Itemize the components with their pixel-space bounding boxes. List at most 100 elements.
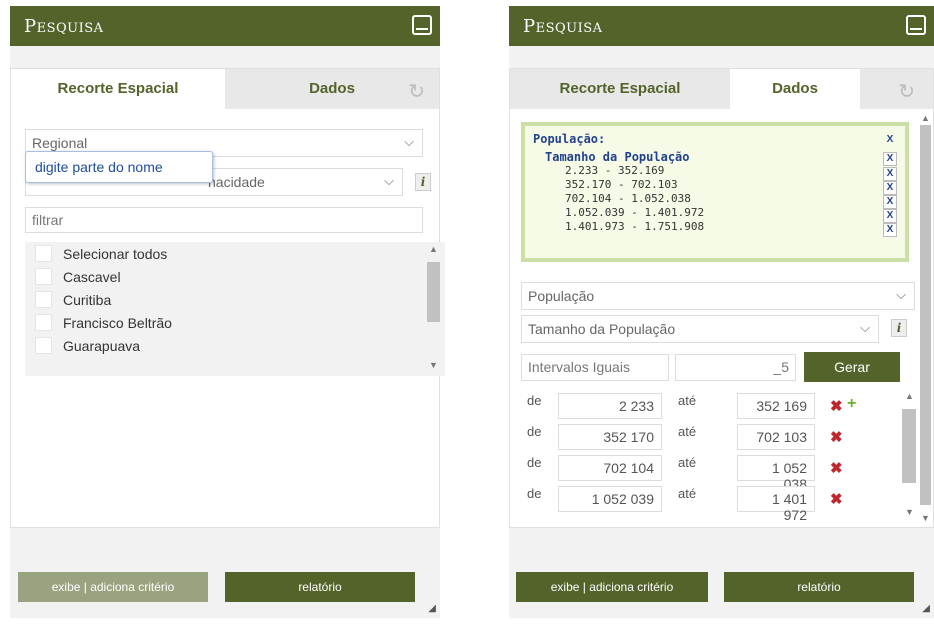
search-panel-right: Pesquisa Recorte Espacial Dados ↻ Popula… — [509, 6, 934, 618]
interval-row: de 2 233 até 352 169 ✖ + — [510, 389, 910, 419]
filter-title: População: — [533, 132, 606, 146]
add-criteria-button[interactable]: exibe | adiciona critério — [18, 572, 208, 602]
panel-title: Pesquisa — [24, 16, 104, 37]
from-input[interactable]: 352 170 — [558, 424, 662, 450]
list-item[interactable]: Guarapuava — [25, 334, 445, 357]
to-label: até — [678, 424, 697, 439]
classes-input[interactable]: _5 — [675, 354, 796, 381]
to-input[interactable]: 352 169 — [737, 393, 815, 419]
tab-card: Recorte Espacial Dados ↻ População: X Ta… — [509, 68, 934, 528]
filter-input[interactable]: filtrar — [25, 207, 423, 233]
to-label: até — [678, 393, 697, 408]
to-label: até — [678, 455, 697, 470]
resize-handle-icon[interactable]: ◢ — [428, 603, 436, 614]
region-list: Selecionar todos Cascavel Curitiba Franc… — [25, 242, 445, 376]
list-item-label: Francisco Beltrão — [63, 315, 172, 331]
scroll-thumb[interactable] — [427, 262, 440, 322]
remove-filter-icon[interactable]: X — [883, 134, 897, 148]
interval-scrollbar[interactable]: ▲ ▼ — [900, 389, 918, 523]
remove-range-icon[interactable]: X — [883, 209, 897, 223]
checkbox[interactable] — [35, 268, 52, 285]
minimize-icon[interactable] — [906, 15, 926, 35]
info-icon[interactable]: i — [891, 319, 907, 337]
info-icon[interactable]: i — [415, 173, 431, 191]
scroll-up-icon[interactable]: ▲ — [921, 113, 930, 123]
report-button[interactable]: relatório — [724, 572, 914, 602]
scroll-down-icon[interactable]: ▼ — [905, 507, 914, 517]
panel-scrollbar[interactable]: ▲ ▼ — [919, 111, 933, 527]
from-label: de — [527, 393, 542, 408]
scroll-thumb[interactable] — [920, 125, 931, 505]
from-input[interactable]: 702 104 — [558, 455, 662, 481]
from-label: de — [527, 486, 542, 501]
checkbox[interactable] — [35, 291, 52, 308]
scroll-up-icon[interactable]: ▲ — [429, 244, 438, 254]
scroll-down-icon[interactable]: ▼ — [429, 360, 438, 370]
list-item[interactable]: Curitiba — [25, 288, 445, 311]
generate-button[interactable]: Gerar — [804, 352, 900, 382]
to-input[interactable]: 702 103 — [737, 424, 815, 450]
remove-interval-icon[interactable]: ✖ — [830, 397, 843, 415]
list-item-label: Cascavel — [63, 269, 121, 285]
remove-range-icon[interactable]: X — [883, 223, 897, 237]
tab-recorte-espacial[interactable]: Recorte Espacial — [11, 69, 225, 109]
refresh-icon[interactable]: ↻ — [898, 79, 915, 104]
municipality-select-value: nacidade — [208, 174, 265, 190]
indicator-select[interactable]: População ⌵ — [521, 282, 915, 310]
list-item-label: Selecionar todos — [63, 246, 168, 262]
minimize-icon[interactable] — [412, 15, 432, 35]
add-criteria-button[interactable]: exibe | adiciona critério — [516, 572, 708, 602]
filter-range: 1.052.039 - 1.401.972 — [565, 206, 705, 219]
remove-range-icon[interactable]: X — [883, 195, 897, 209]
remove-range-icon[interactable]: X — [883, 167, 897, 181]
checkbox[interactable] — [35, 314, 52, 331]
to-input[interactable]: 1 052 038 — [737, 455, 815, 492]
panel-body: Recorte Espacial Dados ↻ População: X Ta… — [509, 46, 934, 618]
tooltip: digite parte do nome — [25, 151, 213, 183]
tab-dados[interactable]: Dados — [730, 69, 860, 109]
list-item[interactable]: Cascavel — [25, 265, 445, 288]
tab-bar: Recorte Espacial Dados — [11, 69, 439, 109]
remove-interval-icon[interactable]: ✖ — [830, 428, 843, 446]
remove-range-icon[interactable]: X — [883, 181, 897, 195]
scroll-thumb[interactable] — [902, 409, 916, 483]
scroll-up-icon[interactable]: ▲ — [905, 391, 914, 401]
search-panel-left: Pesquisa Recorte Espacial Dados ↻ Region… — [10, 6, 445, 618]
from-label: de — [527, 455, 542, 470]
resize-handle-icon[interactable]: ◢ — [922, 603, 930, 614]
filter-range: 352.170 - 702.103 — [565, 178, 678, 191]
filter-range: 1.401.973 - 1.751.908 — [565, 220, 705, 233]
filter-range: 2.233 - 352.169 — [565, 164, 665, 177]
from-input[interactable]: 1 052 039 — [558, 486, 662, 512]
chevron-down-icon: ⌵ — [860, 320, 870, 335]
remove-subfilter-icon[interactable]: X — [883, 152, 897, 166]
checkbox[interactable] — [35, 337, 52, 354]
panel-header: Pesquisa — [10, 6, 440, 46]
report-button[interactable]: relatório — [225, 572, 415, 602]
chevron-down-icon: ⌵ — [404, 134, 414, 149]
tab-bar: Recorte Espacial Dados — [510, 69, 933, 109]
tab-dados[interactable]: Dados — [225, 69, 439, 109]
variable-select[interactable]: Tamanho da População ⌵ — [521, 315, 879, 343]
to-input[interactable]: 1 401 972 — [737, 486, 815, 523]
list-item[interactable]: Selecionar todos — [25, 242, 445, 265]
refresh-icon[interactable]: ↻ — [408, 79, 425, 104]
add-interval-icon[interactable]: + — [847, 395, 856, 413]
list-item[interactable]: Francisco Beltrão — [25, 311, 445, 334]
list-item-label: Guarapuava — [63, 338, 141, 354]
remove-interval-icon[interactable]: ✖ — [830, 490, 843, 508]
active-filter-box: População: X Tamanho da População X 2.23… — [521, 122, 909, 262]
method-select[interactable]: Intervalos Iguais — [521, 354, 669, 381]
indicator-select-value: População — [528, 288, 595, 304]
from-input[interactable]: 2 233 — [558, 393, 662, 419]
list-scrollbar[interactable]: ▲ ▼ — [423, 242, 443, 376]
panel-header: Pesquisa — [509, 6, 934, 46]
tab-recorte-espacial[interactable]: Recorte Espacial — [510, 69, 730, 109]
remove-interval-icon[interactable]: ✖ — [830, 459, 843, 477]
panel-title: Pesquisa — [523, 16, 603, 37]
region-select-value: Regional — [32, 135, 88, 151]
interval-row: de 702 104 até 1 052 038 ✖ — [510, 451, 910, 492]
checkbox[interactable] — [35, 245, 52, 262]
scroll-down-icon[interactable]: ▼ — [921, 513, 930, 523]
interval-row: de 1 052 039 até 1 401 972 ✖ — [510, 482, 910, 523]
